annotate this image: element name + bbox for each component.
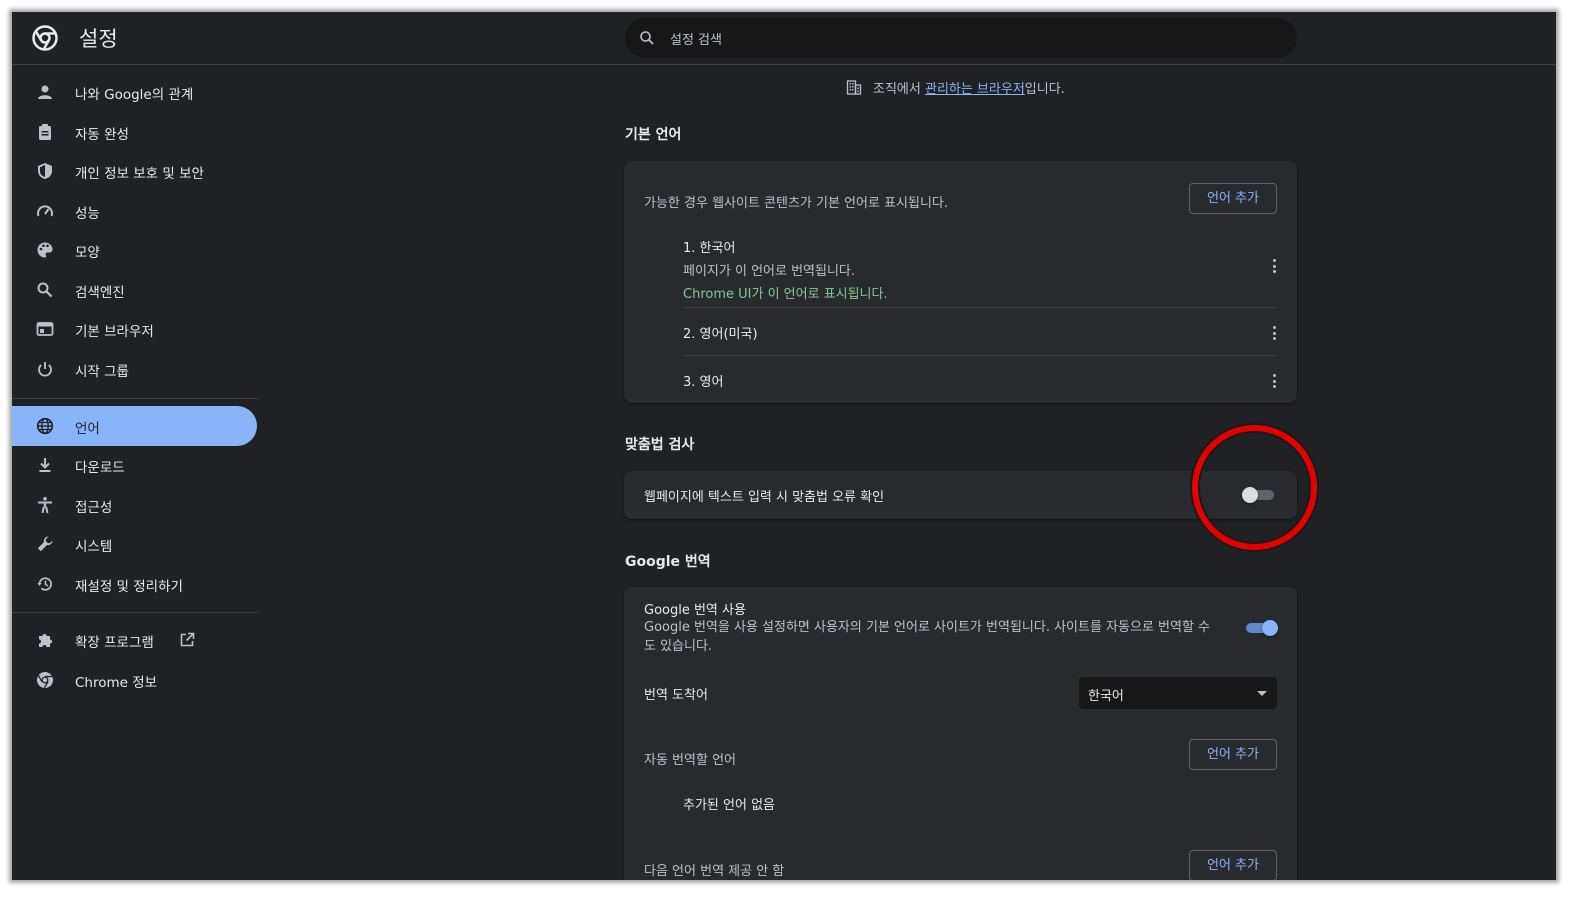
- sidebar-divider: [12, 398, 259, 399]
- page-title: 설정: [79, 27, 118, 51]
- sidebar-item-label: 모양: [75, 245, 100, 261]
- top-bar: 설정 설정 검색: [12, 12, 1556, 65]
- translate-target-label: 번역 도착어: [644, 688, 708, 703]
- person-icon: [38, 85, 52, 99]
- sidebar-item-extensions[interactable]: 확장 프로그램: [12, 620, 257, 660]
- language-sub-translate: 페이지가 이 언어로 번역됩니다.: [683, 264, 856, 279]
- sidebar-item-about-chrome[interactable]: Chrome 정보: [12, 660, 257, 700]
- more-actions-icon[interactable]: [1273, 374, 1277, 388]
- add-language-button[interactable]: 언어 추가: [1189, 183, 1277, 214]
- never-translate-label: 다음 언어 번역 제공 안 함: [644, 864, 785, 879]
- download-icon: [39, 458, 51, 472]
- language-item-korean: 1. 한국어 페이지가 이 언어로 번역됩니다. Chrome UI가 이 언어…: [683, 237, 1277, 302]
- sidebar-item-label: 확장 프로그램: [75, 635, 154, 651]
- sidebar-item-languages[interactable]: 언어: [12, 406, 257, 446]
- chrome-logo-icon: [32, 25, 58, 51]
- managed-browser-link[interactable]: 관리하는 브라우저: [925, 82, 1025, 97]
- search-input[interactable]: 설정 검색: [625, 18, 1297, 58]
- sidebar-item-label: 자동 완성: [75, 127, 129, 143]
- sidebar-item-appearance[interactable]: 모양: [12, 230, 257, 270]
- managed-prefix: 조직에서: [873, 82, 925, 97]
- preferred-languages-description: 가능한 경우 웹사이트 콘텐츠가 기본 언어로 표시됩니다.: [644, 196, 949, 211]
- sidebar-item-label: 검색엔진: [75, 285, 125, 301]
- chrome-icon: [37, 672, 53, 689]
- puzzle-icon: [39, 634, 52, 647]
- google-translate-title: Google 번역: [625, 554, 711, 570]
- external-link-icon: [180, 632, 195, 647]
- never-translate-add-button[interactable]: 언어 추가: [1189, 850, 1277, 880]
- sidebar-item-label: 시스템: [75, 539, 113, 555]
- sidebar-item-search-engine[interactable]: 검색엔진: [12, 270, 257, 310]
- translate-use-label: Google 번역 사용: [644, 603, 746, 618]
- sidebar-item-accessibility[interactable]: 접근성: [12, 485, 257, 525]
- auto-translate-label: 자동 번역할 언어: [644, 753, 736, 768]
- sidebar-item-label: 개인 정보 보호 및 보안: [75, 166, 204, 182]
- settings-window: 설정 설정 검색 나와 Google의 관계 자동 완성 개인 정보 보호 및 …: [12, 12, 1556, 880]
- palette-icon: [37, 242, 53, 258]
- power-icon: [38, 362, 52, 377]
- sidebar-item-label: 기본 브라우저: [75, 324, 154, 340]
- shield-icon: [38, 163, 52, 179]
- building-icon: [846, 80, 862, 95]
- accessibility-icon: [38, 497, 52, 514]
- more-actions-icon[interactable]: [1273, 326, 1277, 340]
- language-item-english-us: 2. 영어(미국): [683, 323, 1277, 343]
- wrench-icon: [37, 536, 53, 552]
- sidebar-item-system[interactable]: 시스템: [12, 524, 257, 564]
- globe-icon: [36, 417, 54, 435]
- translate-target-select[interactable]: 한국어: [1079, 677, 1277, 709]
- language-name: 2. 영어(미국): [683, 327, 758, 342]
- search-icon: [640, 31, 654, 45]
- google-translate-card: Google 번역 사용 Google 번역을 사용 설정하면 사용자의 기본 …: [624, 587, 1297, 880]
- language-item-english: 3. 영어: [683, 371, 1277, 391]
- sidebar-item-reset[interactable]: 재설정 및 정리하기: [12, 564, 257, 604]
- sidebar-item-you-and-google[interactable]: 나와 Google의 관계: [12, 72, 257, 112]
- sidebar-item-label: 언어: [75, 421, 100, 437]
- search-icon: [37, 282, 53, 298]
- spellcheck-title: 맞춤법 검사: [625, 437, 695, 453]
- sidebar-item-label: 다운로드: [75, 460, 125, 476]
- search-placeholder: 설정 검색: [670, 33, 722, 48]
- sidebar-item-default-browser[interactable]: 기본 브라우저: [12, 309, 257, 349]
- dropdown-arrow-icon: [1257, 691, 1267, 696]
- language-name: 1. 한국어: [683, 241, 736, 256]
- sidebar-item-label: 접근성: [75, 500, 113, 516]
- sidebar-item-autofill[interactable]: 자동 완성: [12, 112, 257, 152]
- sidebar-item-label: Chrome 정보: [75, 675, 158, 691]
- sidebar: 나와 Google의 관계 자동 완성 개인 정보 보호 및 보안 성능 모양 …: [12, 66, 262, 880]
- clipboard-icon: [39, 124, 51, 140]
- sidebar-item-performance[interactable]: 성능: [12, 191, 257, 231]
- row-divider: [683, 307, 1277, 308]
- preferred-languages-title: 기본 언어: [625, 127, 682, 143]
- sidebar-item-downloads[interactable]: 다운로드: [12, 445, 257, 485]
- language-sub-ui: Chrome UI가 이 언어로 표시됩니다.: [683, 287, 888, 302]
- language-name: 3. 영어: [683, 375, 724, 390]
- spellcheck-label: 웹페이지에 텍스트 입력 시 맞춤법 오류 확인: [644, 490, 885, 505]
- auto-translate-empty: 추가된 언어 없음: [683, 798, 775, 813]
- sidebar-item-label: 시작 그룹: [75, 364, 129, 380]
- row-divider: [683, 355, 1277, 356]
- preferred-languages-card: 가능한 경우 웹사이트 콘텐츠가 기본 언어로 표시됩니다. 언어 추가 1. …: [624, 161, 1297, 403]
- sidebar-item-label: 나와 Google의 관계: [75, 87, 194, 103]
- managed-suffix: 입니다.: [1024, 82, 1065, 97]
- browser-icon: [36, 322, 54, 336]
- sidebar-item-on-startup[interactable]: 시작 그룹: [12, 349, 257, 389]
- highlight-circle-annotation: [1192, 425, 1317, 550]
- more-actions-icon[interactable]: [1273, 259, 1277, 273]
- auto-translate-add-button[interactable]: 언어 추가: [1189, 739, 1277, 770]
- translate-use-description: Google 번역을 사용 설정하면 사용자의 기본 언어로 사이트가 번역됩니…: [644, 620, 1211, 654]
- sidebar-item-label: 재설정 및 정리하기: [75, 579, 183, 595]
- speedometer-icon: [37, 205, 53, 217]
- history-icon: [37, 577, 52, 591]
- translate-toggle[interactable]: [1245, 620, 1278, 636]
- sidebar-item-label: 성능: [75, 206, 100, 222]
- sidebar-item-privacy[interactable]: 개인 정보 보호 및 보안: [12, 151, 257, 191]
- translate-target-value: 한국어: [1088, 689, 1124, 704]
- sidebar-divider: [12, 612, 259, 613]
